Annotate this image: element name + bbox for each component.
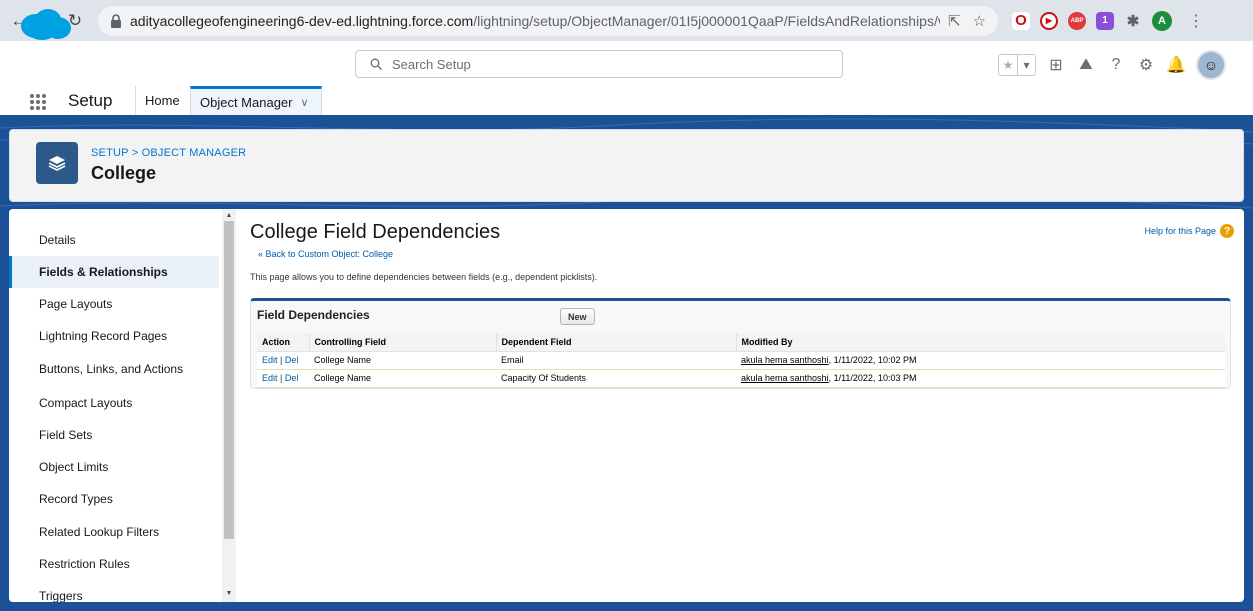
sidebar-item-record-types[interactable]: Record Types [9,483,219,515]
video-icon[interactable]: ▶ [1040,11,1058,30]
dependencies-table: Action Controlling Field Dependent Field… [257,333,1225,388]
bookmark-star-icon[interactable]: ☆ [973,12,986,30]
profile-avatar[interactable]: A [1152,10,1172,31]
sidebar-item-related-lookup-filters[interactable]: Related Lookup Filters [9,516,219,548]
gear-icon[interactable]: ⚙ [1136,55,1156,75]
sidebar-item-object-limits[interactable]: Object Limits [9,451,219,483]
column-header-action: Action [257,333,309,352]
scroll-up-icon[interactable]: ▲ [222,209,236,221]
field-dependencies-section: Field Dependencies New Action Controllin… [250,298,1231,389]
tab-object-manager[interactable]: Object Manager ∨ [190,86,322,115]
salesforce-logo[interactable] [18,8,72,40]
sidebar-item-page-layouts[interactable]: Page Layouts [9,288,219,320]
user-avatar[interactable]: ☺ [1196,50,1226,80]
dependent-field-cell: Email [496,351,736,370]
content-area: College Field Dependencies « Back to Cus… [237,209,1244,602]
edit-link[interactable]: Edit [262,355,278,365]
main-panel: Details Fields & Relationships Page Layo… [9,209,1244,602]
browser-menu-icon[interactable]: ⋮ [1188,11,1204,31]
sidebar-scrollbar[interactable]: ▲ ▼ [222,209,236,602]
modified-by-cell: akula hema santhoshi, 1/11/2022, 10:02 P… [736,351,1225,370]
new-button[interactable]: New [560,308,595,325]
puzzle-icon[interactable]: ✱ [1124,12,1142,30]
action-cell: Edit | Del [257,369,309,388]
object-sidebar: Details Fields & Relationships Page Layo… [9,209,219,602]
table-row: Edit | Del College Name Capacity Of Stud… [257,369,1225,388]
sidebar-item-fields-relationships[interactable]: Fields & Relationships [9,256,219,288]
column-header-dependent-field: Dependent Field [495,333,736,352]
edit-link[interactable]: Edit [262,373,278,383]
dependent-field-cell: Capacity Of Students [496,369,736,388]
chevron-down-icon[interactable]: ∨ [301,96,309,109]
help-icon[interactable]: ? [1106,55,1126,75]
modified-by-cell: akula hema santhoshi, 1/11/2022, 10:03 P… [736,369,1225,388]
global-actions-icon[interactable]: ⊞ [1046,55,1066,75]
browser-toolbar: ← → ↻ adityacollegeofengineering6-dev-ed… [0,0,1253,41]
sidebar-item-restriction-rules[interactable]: Restriction Rules [9,548,219,580]
controlling-field-cell: College Name [309,351,496,370]
app-launcher-icon[interactable] [30,94,46,110]
sidebar-item-triggers[interactable]: Triggers [9,580,219,602]
search-input[interactable]: Search Setup [355,50,843,78]
column-header-controlling-field: Controlling Field [308,333,496,352]
favorites-dropdown-icon[interactable]: ▾ [1017,55,1035,75]
help-question-icon[interactable]: ? [1220,224,1234,238]
sidebar-item-compact-layouts[interactable]: Compact Layouts [9,387,219,419]
sidebar-item-buttons-links-actions[interactable]: Buttons, Links, and Actions [9,353,219,385]
notification-bell-icon[interactable]: 🔔 [1166,55,1186,75]
delete-link[interactable]: Del [285,355,299,365]
breadcrumb[interactable]: SETUP > OBJECT MANAGER [91,147,246,159]
bottom-strip [0,605,1253,611]
trailhead-icon[interactable]: ⛰ [1076,55,1096,75]
help-for-page-link[interactable]: Help for this Page ? [1144,224,1234,238]
table-row: Edit | Del College Name Email akula hema… [257,351,1225,370]
scroll-thumb[interactable] [224,221,234,539]
extension-badge-icon[interactable]: 1 [1096,11,1114,30]
column-header-modified-by: Modified By [735,333,1225,352]
controlling-field-cell: College Name [309,369,496,388]
share-icon[interactable]: ⇱ [948,12,961,30]
url-text: adityacollegeofengineering6-dev-ed.light… [130,12,940,29]
sidebar-item-details[interactable]: Details [9,224,219,256]
section-title: Field Dependencies [257,308,370,322]
page-description: This page allows you to define dependenc… [250,272,598,282]
opera-icon[interactable]: O [1012,11,1030,30]
back-to-object-link[interactable]: « Back to Custom Object: College [258,249,393,259]
address-bar[interactable]: adityacollegeofengineering6-dev-ed.light… [98,5,998,36]
action-cell: Edit | Del [257,351,309,370]
delete-link[interactable]: Del [285,373,299,383]
scroll-down-icon[interactable]: ▼ [222,587,236,599]
sidebar-item-lightning-record-pages[interactable]: Lightning Record Pages [9,320,219,352]
object-header: SETUP > OBJECT MANAGER College [9,129,1244,202]
user-link[interactable]: akula hema santhoshi [741,355,829,365]
tab-home[interactable]: Home [135,86,189,115]
sidebar-item-field-sets[interactable]: Field Sets [9,419,219,451]
app-name: Setup [68,91,113,110]
search-placeholder: Search Setup [392,56,471,72]
favorite-star-icon[interactable]: ★ [999,55,1017,75]
user-link[interactable]: akula hema santhoshi [741,373,829,383]
favorites-group[interactable]: ★ ▾ [998,54,1036,76]
page-title: College Field Dependencies [250,221,501,243]
adblock-icon[interactable]: ABP [1068,11,1086,30]
search-icon [370,58,382,70]
lock-icon [111,13,121,28]
layers-icon [36,142,78,184]
object-title: College [91,163,157,183]
